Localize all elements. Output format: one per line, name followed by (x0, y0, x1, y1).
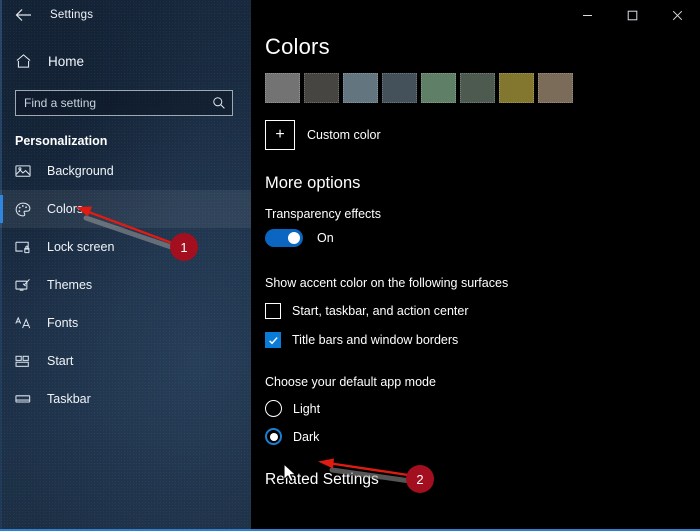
check-icon (268, 336, 278, 344)
radio-dark[interactable] (265, 428, 282, 445)
search-box[interactable] (15, 90, 233, 116)
image-icon (15, 162, 35, 180)
radio-row-dark[interactable]: Dark (265, 428, 700, 445)
brush-icon (15, 276, 35, 294)
checkbox-title-bars[interactable] (265, 332, 281, 348)
plus-icon[interactable]: + (265, 120, 295, 150)
sidebar-home-label: Home (48, 53, 85, 69)
color-swatch[interactable] (460, 73, 495, 103)
custom-color-label: Custom color (307, 128, 381, 142)
window-controls (565, 0, 700, 30)
color-swatch[interactable] (382, 73, 417, 103)
transparency-label: Transparency effects (265, 207, 382, 221)
main-content: Colors + Custom color More options Trans… (251, 0, 700, 489)
color-swatch-grid (265, 73, 700, 103)
selection-indicator (0, 195, 3, 223)
radio-row-light[interactable]: Light (265, 400, 700, 417)
color-swatch[interactable] (304, 73, 339, 103)
start-grid-icon (15, 352, 35, 370)
window-title: Settings (50, 9, 94, 21)
search-icon[interactable] (206, 96, 232, 110)
checkbox-row-title-bars[interactable]: Title bars and window borders (265, 332, 700, 348)
checkbox-start-taskbar-label: Start, taskbar, and action center (292, 304, 469, 318)
checkbox-title-bars-label: Title bars and window borders (292, 333, 459, 347)
taskbar-icon (15, 390, 35, 408)
settings-sidebar: Settings Home Personalization (0, 0, 251, 531)
radio-dot (269, 432, 278, 441)
color-swatch[interactable] (343, 73, 378, 103)
settings-window: Settings Home Personalization (0, 0, 700, 531)
sidebar-item-fonts[interactable]: Fonts (0, 304, 251, 342)
checkbox-start-taskbar[interactable] (265, 303, 281, 319)
sidebar-section-title: Personalization (15, 134, 108, 148)
minimize-button[interactable] (565, 0, 610, 30)
fonts-aa-icon (15, 314, 35, 332)
sidebar-item-themes-label: Themes (47, 278, 93, 292)
sidebar-item-colors[interactable]: Colors (0, 190, 251, 228)
lock-screen-icon (15, 238, 35, 256)
sidebar-item-background[interactable]: Background (0, 152, 251, 190)
sidebar-item-background-label: Background (47, 164, 114, 178)
toggle-knob (288, 232, 300, 244)
sidebar-item-taskbar-label: Taskbar (47, 392, 91, 406)
settings-main-panel: Colors + Custom color More options Trans… (251, 0, 700, 531)
transparency-toggle[interactable] (265, 229, 303, 247)
more-options-heading: More options (265, 174, 361, 192)
sidebar-nav: Background Colors Lock screen Themes Fon… (0, 152, 251, 418)
home-icon (15, 53, 37, 69)
transparency-state-label: On (317, 231, 334, 245)
sidebar-item-start[interactable]: Start (0, 342, 251, 380)
transparency-toggle-row: On (265, 229, 700, 247)
custom-color-row[interactable]: + Custom color (265, 120, 700, 150)
sidebar-item-lock-screen-label: Lock screen (47, 240, 115, 254)
maximize-button[interactable] (610, 0, 655, 30)
window-titlebar: Settings (0, 0, 251, 30)
app-mode-heading: Choose your default app mode (265, 375, 436, 389)
page-title: Colors (265, 34, 330, 59)
related-settings-heading: Related Settings (265, 471, 379, 488)
sidebar-item-fonts-label: Fonts (47, 316, 79, 330)
accent-surfaces-heading: Show accent color on the following surfa… (265, 276, 509, 290)
color-swatch[interactable] (538, 73, 573, 103)
sidebar-item-lock-screen[interactable]: Lock screen (0, 228, 251, 266)
sidebar-item-taskbar[interactable]: Taskbar (0, 380, 251, 418)
close-button[interactable] (655, 0, 700, 30)
sidebar-item-home[interactable]: Home (0, 44, 251, 78)
radio-light[interactable] (265, 400, 282, 417)
color-swatch[interactable] (265, 73, 300, 103)
radio-dark-label: Dark (293, 429, 320, 444)
search-input[interactable] (16, 91, 206, 115)
color-swatch[interactable] (421, 73, 456, 103)
radio-light-label: Light (293, 401, 321, 416)
checkbox-row-start-taskbar[interactable]: Start, taskbar, and action center (265, 303, 700, 319)
sidebar-item-colors-label: Colors (47, 202, 84, 216)
back-arrow-icon (15, 8, 32, 22)
sidebar-item-themes[interactable]: Themes (0, 266, 251, 304)
color-swatch[interactable] (499, 73, 534, 103)
sidebar-item-start-label: Start (47, 354, 74, 368)
back-button[interactable] (0, 0, 46, 30)
palette-icon (15, 200, 35, 218)
